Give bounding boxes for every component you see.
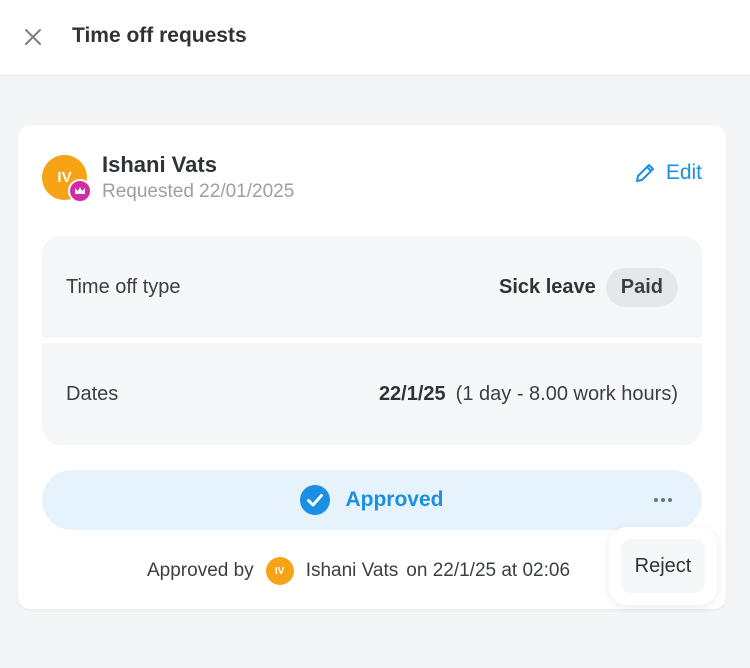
approved-by-line: Approved by IV Ishani Vats on 22/1/25 at… <box>147 557 570 585</box>
status-bar: Approved <box>42 470 702 530</box>
pencil-icon <box>635 164 654 182</box>
approver-avatar: IV <box>265 557 294 585</box>
dates-row: Dates 22/1/25 (1 day - 8.00 work hours) <box>42 343 702 445</box>
requested-date: Requested 22/01/2025 <box>102 181 295 202</box>
status-label: Approved <box>345 488 444 511</box>
dates-value: 22/1/25 <box>378 382 446 405</box>
top-bar: Time off requests <box>0 0 750 76</box>
check-circle-icon <box>300 485 331 515</box>
crown-icon <box>75 187 85 194</box>
paid-badge: Paid <box>605 267 678 307</box>
details-panel: Time off type Sick leave Paid Dates 22/1… <box>42 236 702 445</box>
reject-button[interactable]: Reject <box>621 539 705 593</box>
requester-name: Ishani Vats <box>102 152 217 177</box>
page-title: Time off requests <box>72 24 247 47</box>
approval-time: on 22/1/25 at 02:06 <box>406 560 571 581</box>
time-off-type-value: Sick leave <box>499 275 596 298</box>
edit-button[interactable]: Edit <box>634 161 702 185</box>
edit-label: Edit <box>665 161 702 184</box>
status-inner: Approved <box>300 485 444 515</box>
dates-duration: (1 day - 8.00 work hours) <box>455 382 678 405</box>
close-icon <box>25 29 41 45</box>
avatar-badge <box>68 179 92 203</box>
time-off-type-label: Time off type <box>66 275 181 298</box>
more-horizontal-icon <box>654 498 658 502</box>
time-off-type-value-group: Sick leave Paid <box>499 267 678 307</box>
approver-name: Ishani Vats <box>305 560 399 581</box>
approved-by-prefix: Approved by <box>147 560 254 581</box>
time-off-type-row: Time off type Sick leave Paid <box>42 236 702 338</box>
actions-menu: Reject <box>609 527 717 605</box>
dates-value-group: 22/1/25 (1 day - 8.00 work hours) <box>379 383 678 406</box>
dates-label: Dates <box>66 382 119 405</box>
more-options-button[interactable] <box>648 486 678 514</box>
close-button[interactable] <box>22 26 44 48</box>
